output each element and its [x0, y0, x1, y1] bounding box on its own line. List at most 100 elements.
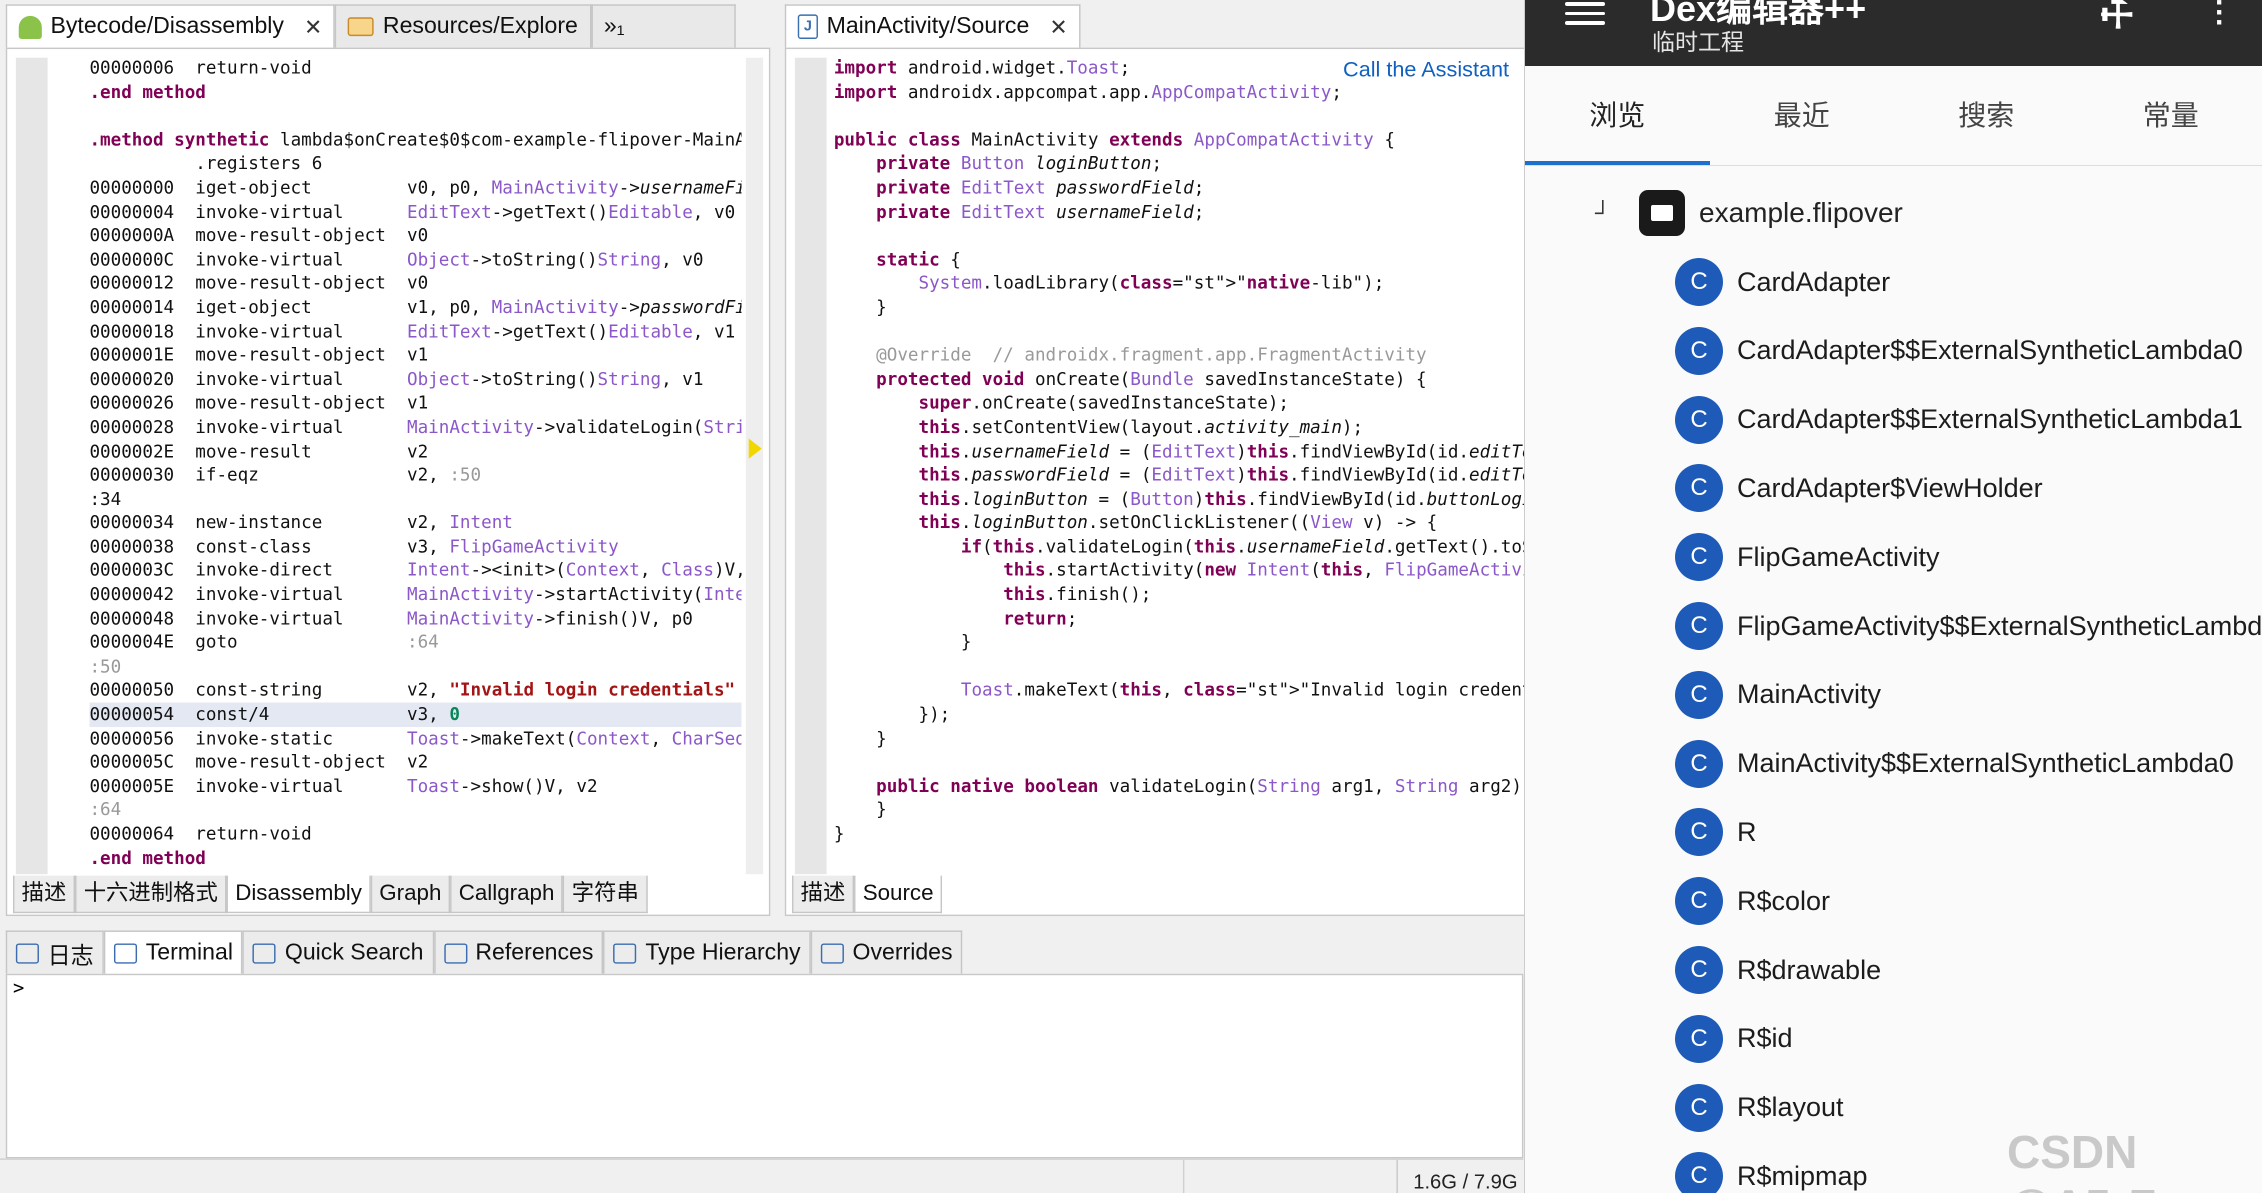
smali-line[interactable]: .method synthetic lambda$onCreate$0$com-…	[89, 128, 741, 152]
smali-line[interactable]: :34	[89, 487, 741, 511]
smali-line[interactable]: 0000000C invoke-virtual Object->toString…	[89, 248, 741, 272]
smali-line[interactable]: :50	[89, 655, 741, 679]
class-item[interactable]: C R$id	[1675, 1011, 1793, 1067]
close-icon[interactable]: ✕	[1049, 14, 1067, 40]
phone-tab-2[interactable]: 搜索	[1894, 66, 2079, 165]
smali-line[interactable]: 00000006 return-void	[89, 56, 741, 80]
java-line[interactable]: private Button loginButton;	[834, 152, 1526, 176]
tree-root[interactable]: ┘ example.flipover	[1595, 188, 1903, 238]
smali-line[interactable]: 0000005E invoke-virtual Toast->show()V, …	[89, 774, 741, 798]
tab-mainactivity-source[interactable]: J MainActivity/Source ✕	[784, 4, 1081, 48]
assistant-link[interactable]: Call the Assistant	[1340, 57, 1512, 83]
smali-line[interactable]: 00000014 iget-object v1, p0, MainActivit…	[89, 296, 741, 320]
java-line[interactable]	[834, 104, 1526, 128]
tab-resources[interactable]: Resources/Explore	[335, 4, 591, 48]
smali-line[interactable]: 00000048 invoke-virtual MainActivity->fi…	[89, 607, 741, 631]
java-line[interactable]: }	[834, 798, 1526, 822]
smali-line[interactable]: :64	[89, 798, 741, 822]
java-line[interactable]	[834, 750, 1526, 774]
class-item[interactable]: C R$layout	[1675, 1080, 1844, 1136]
java-line[interactable]: this.usernameField = (EditText)this.find…	[834, 439, 1527, 463]
smali-line[interactable]: 00000064 return-void	[89, 822, 741, 846]
java-line[interactable]: this.finish();	[834, 583, 1526, 607]
java-line[interactable]: public class MainActivity extends AppCom…	[834, 128, 1526, 152]
subtab-1[interactable]: Source	[854, 875, 943, 914]
java-line[interactable]	[834, 320, 1526, 344]
java-line[interactable]: }	[834, 727, 1526, 751]
subtab-3[interactable]: Graph	[370, 875, 451, 914]
java-line[interactable]: });	[834, 703, 1526, 727]
smali-line[interactable]: 00000012 move-result-object v0	[89, 272, 741, 296]
java-line[interactable]: this.loginButton.setOnClickListener((Vie…	[834, 511, 1526, 535]
phone-tab-1[interactable]: 最近	[1710, 66, 1895, 165]
smali-line[interactable]: 00000034 new-instance v2, Intent	[89, 511, 741, 535]
java-line[interactable]: super.onCreate(savedInstanceState);	[834, 391, 1526, 415]
java-line[interactable]: public native boolean validateLogin(Stri…	[834, 774, 1526, 798]
class-item[interactable]: C CardAdapter$ViewHolder	[1675, 460, 2043, 516]
subtab-1[interactable]: 十六进制格式	[75, 875, 227, 914]
class-item[interactable]: C MainActivity	[1675, 667, 1881, 723]
scrollbar[interactable]	[745, 57, 764, 875]
class-item[interactable]: C FlipGameActivity$$ExternalSyntheticLamb…	[1675, 598, 2262, 654]
bottom-tab-0[interactable]: 日志	[5, 930, 104, 974]
java-line[interactable]: this.setContentView(layout.activity_main…	[834, 415, 1526, 439]
smali-line[interactable]: 00000042 invoke-virtual MainActivity->st…	[89, 583, 741, 607]
smali-line[interactable]: 0000005C move-result-object v2	[89, 750, 741, 774]
java-line[interactable]: }	[834, 631, 1526, 655]
smali-code[interactable]: 00000006 return-void .end method .method …	[89, 56, 742, 875]
class-item[interactable]: C R$mipmap	[1675, 1148, 1868, 1193]
phone-tab-0[interactable]: 浏览	[1525, 66, 1710, 165]
smali-line[interactable]: 00000018 invoke-virtual EditText->getTex…	[89, 320, 741, 344]
subtab-2[interactable]: Disassembly	[226, 875, 371, 914]
java-line[interactable]	[834, 224, 1526, 248]
smali-line[interactable]: 00000030 if-eqz v2, :50	[89, 463, 741, 487]
java-code[interactable]: import android.widget.Toast; import andro…	[834, 56, 1526, 875]
java-line[interactable]: this.loginButton = (Button)this.findView…	[834, 487, 1527, 511]
smali-line[interactable]: 0000004E goto :64	[89, 631, 741, 655]
smali-line[interactable]: 0000002E move-result v2	[89, 439, 741, 463]
smali-line[interactable]: 00000000 iget-object v0, p0, MainActivit…	[89, 176, 741, 200]
smali-line[interactable]: 00000054 const/4 v3, 0	[89, 702, 742, 727]
memory-indicator[interactable]: 1.6G / 7.9G	[1396, 1159, 1523, 1193]
smali-line[interactable]: 00000056 invoke-static Toast->makeText(C…	[89, 727, 741, 751]
more-icon[interactable]: · · ·	[2215, 0, 2225, 38]
tab-bytecode[interactable]: Bytecode/Disassembly ✕	[5, 4, 336, 48]
menu-icon[interactable]	[1565, 2, 1605, 25]
smali-line[interactable]: 00000020 invoke-virtual Object->toString…	[89, 367, 741, 391]
hammer-icon[interactable]: ⚒	[2089, 0, 2145, 42]
smali-line[interactable]: 0000000A move-result-object v0	[89, 224, 741, 248]
bottom-tab-4[interactable]: Type Hierarchy	[603, 930, 811, 974]
java-line[interactable]: private EditText usernameField;	[834, 200, 1526, 224]
smali-line[interactable]: 00000028 invoke-virtual MainActivity->va…	[89, 415, 741, 439]
java-line[interactable]: }	[834, 822, 1526, 846]
java-line[interactable]: System.loadLibrary(class="st">"native-li…	[834, 272, 1526, 296]
java-line[interactable]: if(this.validateLogin(this.usernameField…	[834, 535, 1526, 559]
java-line[interactable]: protected void onCreate(Bundle savedInst…	[834, 367, 1526, 391]
subtab-5[interactable]: 字符串	[563, 875, 648, 914]
class-item[interactable]: C R$color	[1675, 873, 1830, 929]
java-line[interactable]: private EditText passwordField;	[834, 176, 1526, 200]
subtab-0[interactable]: 描述	[791, 875, 855, 914]
subtab-4[interactable]: Callgraph	[450, 875, 564, 914]
java-line[interactable]: return;	[834, 607, 1526, 631]
tab-overflow[interactable]: »₁	[590, 4, 736, 48]
smali-line[interactable]: 0000003C invoke-direct Intent-><init>(Co…	[89, 559, 741, 583]
smali-line[interactable]: .registers 6	[89, 152, 741, 176]
smali-line[interactable]: 00000004 invoke-virtual EditText->getTex…	[89, 200, 741, 224]
smali-line[interactable]: 0000001E move-result-object v1	[89, 344, 741, 368]
smali-line[interactable]: .end method	[89, 846, 741, 870]
class-item[interactable]: C R$drawable	[1675, 942, 1881, 998]
terminal-console[interactable]: >	[5, 973, 1524, 1159]
java-line[interactable]: }	[834, 296, 1526, 320]
collapse-arrow-icon[interactable]: ┘	[1595, 200, 1639, 226]
java-line[interactable]: import androidx.appcompat.app.AppCompatA…	[834, 80, 1526, 104]
close-icon[interactable]: ✕	[304, 14, 322, 40]
bottom-tab-5[interactable]: Overrides	[810, 930, 963, 974]
smali-line[interactable]: 00000026 move-result-object v1	[89, 391, 741, 415]
java-line[interactable]: this.passwordField = (EditText)this.find…	[834, 463, 1527, 487]
bottom-tab-2[interactable]: Quick Search	[243, 930, 434, 974]
class-item[interactable]: C FlipGameActivity	[1675, 529, 1940, 585]
smali-line[interactable]: 00000038 const-class v3, FlipGameActivit…	[89, 535, 741, 559]
class-item[interactable]: C CardAdapter$$ExternalSyntheticLambda1	[1675, 392, 2243, 448]
bottom-tab-3[interactable]: References	[433, 930, 604, 974]
